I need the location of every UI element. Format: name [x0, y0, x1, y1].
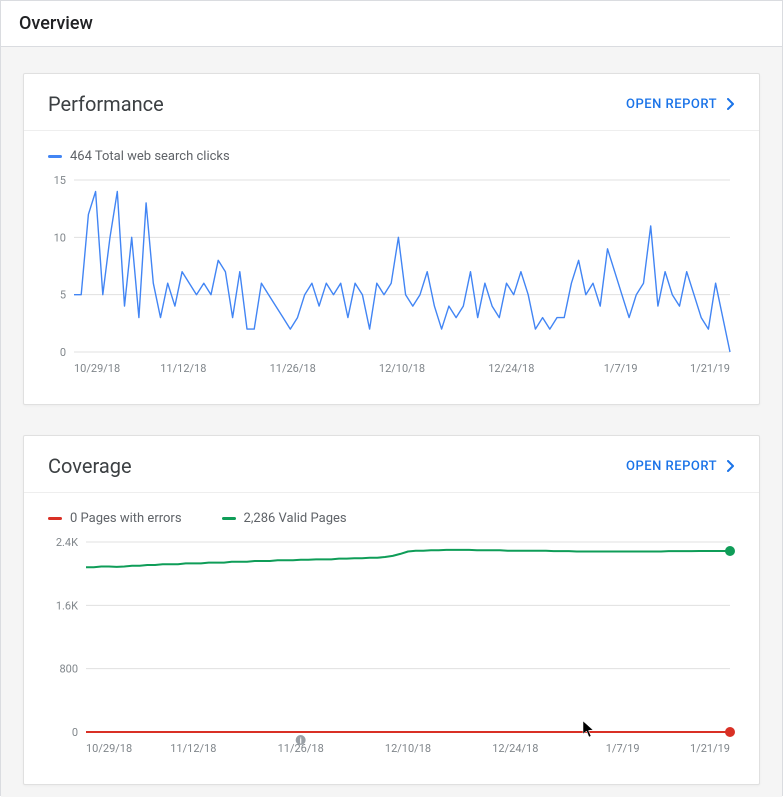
- svg-text:11/12/18: 11/12/18: [160, 362, 206, 375]
- legend-swatch-blue: [48, 155, 62, 158]
- performance-title: Performance: [48, 92, 164, 116]
- svg-text:12/24/18: 12/24/18: [492, 742, 538, 755]
- performance-card: Performance OPEN REPORT 464 Total web se…: [23, 73, 760, 405]
- svg-text:5: 5: [60, 289, 66, 302]
- svg-text:1/7/19: 1/7/19: [606, 742, 640, 755]
- legend-swatch-red: [48, 517, 62, 520]
- open-report-performance[interactable]: OPEN REPORT: [626, 97, 735, 112]
- coverage-card-header: Coverage OPEN REPORT: [24, 436, 759, 493]
- performance-legend: 464 Total web search clicks: [24, 131, 759, 164]
- overview-header: Overview: [1, 1, 782, 47]
- legend-label: 464 Total web search clicks: [70, 149, 230, 164]
- svg-text:1.6K: 1.6K: [56, 599, 78, 612]
- overview-body: Performance OPEN REPORT 464 Total web se…: [1, 47, 782, 797]
- legend-label: 2,286 Valid Pages: [244, 511, 347, 526]
- coverage-card: Coverage OPEN REPORT 0 Pages with errors…: [23, 435, 760, 785]
- legend-item-errors: 0 Pages with errors: [48, 511, 182, 526]
- svg-text:1/21/19: 1/21/19: [690, 742, 730, 755]
- svg-text:12/10/18: 12/10/18: [379, 362, 425, 375]
- open-report-coverage[interactable]: OPEN REPORT: [626, 459, 735, 474]
- chevron-right-icon: [727, 460, 735, 472]
- svg-text:0: 0: [72, 726, 78, 739]
- svg-text:11/12/18: 11/12/18: [170, 742, 216, 755]
- coverage-title: Coverage: [48, 454, 132, 478]
- svg-text:12/10/18: 12/10/18: [385, 742, 431, 755]
- performance-card-header: Performance OPEN REPORT: [24, 74, 759, 131]
- svg-text:2.4K: 2.4K: [56, 536, 78, 549]
- legend-item-clicks: 464 Total web search clicks: [48, 149, 230, 164]
- open-report-label: OPEN REPORT: [626, 459, 717, 474]
- svg-text:0: 0: [60, 346, 66, 359]
- coverage-chart: 08001.6K2.4K10/29/1811/12/1811/26/1812/1…: [24, 526, 759, 784]
- coverage-legend: 0 Pages with errors 2,286 Valid Pages: [24, 493, 759, 526]
- svg-text:1/7/19: 1/7/19: [604, 362, 638, 375]
- svg-text:i: i: [300, 737, 302, 746]
- svg-text:11/26/18: 11/26/18: [270, 362, 316, 375]
- svg-text:15: 15: [54, 174, 66, 187]
- performance-chart-svg: 0 5 10 15 10/29/18 11/12/18 11/26/18 12/10/18 12…: [48, 168, 738, 380]
- legend-item-valid: 2,286 Valid Pages: [222, 511, 347, 526]
- svg-text:12/24/18: 12/24/18: [488, 362, 534, 375]
- legend-swatch-green: [222, 517, 236, 520]
- coverage-chart-svg: 08001.6K2.4K10/29/1811/12/1811/26/1812/1…: [48, 530, 738, 760]
- svg-text:10: 10: [54, 231, 66, 244]
- open-report-label: OPEN REPORT: [626, 97, 717, 112]
- chevron-right-icon: [727, 98, 735, 110]
- page-title: Overview: [19, 13, 93, 34]
- svg-text:10/29/18: 10/29/18: [86, 742, 132, 755]
- legend-label: 0 Pages with errors: [70, 511, 182, 526]
- overview-panel: Overview Performance OPEN REPORT 464 Tot…: [0, 0, 783, 796]
- svg-text:1/21/19: 1/21/19: [690, 362, 730, 375]
- performance-chart: 0 5 10 15 10/29/18 11/12/18 11/26/18 12/10/18 12…: [24, 164, 759, 404]
- svg-text:10/29/18: 10/29/18: [74, 362, 120, 375]
- svg-text:800: 800: [59, 663, 78, 676]
